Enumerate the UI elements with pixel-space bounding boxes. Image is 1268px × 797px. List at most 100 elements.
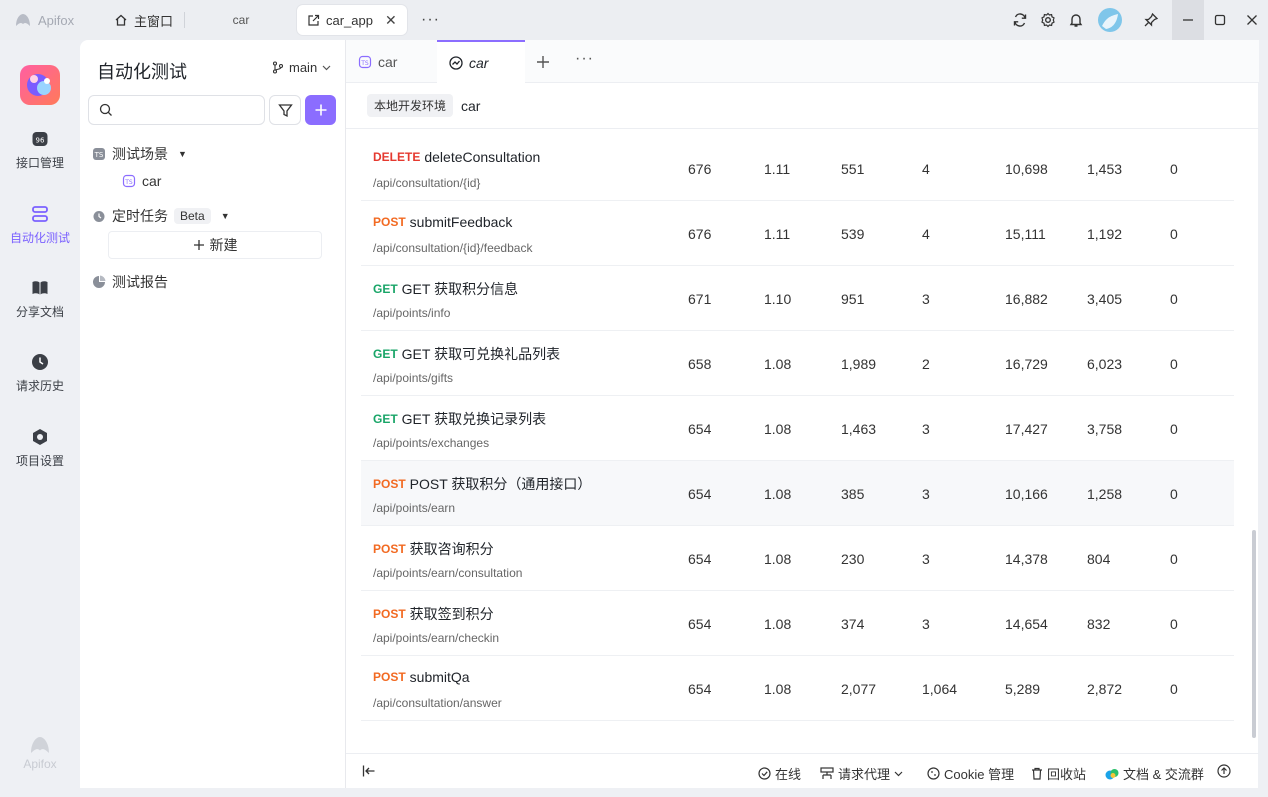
- cell-col7: 0: [1170, 421, 1178, 437]
- filter-button[interactable]: [269, 95, 301, 125]
- api-path: /api/points/earn/checkin: [373, 631, 500, 645]
- cookie-icon: [927, 767, 940, 780]
- table-row[interactable]: POST 获取咨询积分 /api/points/earn/consultation…: [361, 526, 1234, 591]
- back-to-top-button[interactable]: [1217, 764, 1231, 778]
- report-chart-icon: [449, 55, 463, 70]
- tab-car-report[interactable]: car: [437, 40, 525, 83]
- scene-file-icon: TS: [358, 55, 372, 68]
- more-tabs-icon[interactable]: ···: [421, 11, 440, 29]
- close-window-button[interactable]: [1236, 0, 1268, 40]
- title-bar: Apifox 主窗口 car car_app ✕ ···: [0, 0, 1268, 40]
- plus-icon: [193, 240, 204, 250]
- window-tab-car-app-label: car_app: [326, 12, 373, 28]
- nav-item-label: 自动化测试: [9, 231, 70, 245]
- api-name: 获取咨询积分: [409, 541, 494, 557]
- api-path: /api/points/info: [373, 306, 451, 320]
- cell-col6: 3,758: [1087, 421, 1123, 437]
- cell-col4: 1,064: [922, 681, 958, 697]
- recycle-bin[interactable]: 回收站: [1031, 764, 1086, 783]
- table-row-highlighted[interactable]: POST POST 获取积分（通用接口） /api/points/earn 654…: [361, 461, 1234, 526]
- docs-community[interactable]: 文档 & 交流群: [1105, 764, 1204, 783]
- tree-section-test-scenes[interactable]: TS 测试场景 ▼: [92, 144, 187, 164]
- api-path: /api/consultation/{id}/feedback: [373, 241, 533, 255]
- tree-section-test-reports[interactable]: 测试报告: [92, 272, 168, 292]
- cell-col2: 1.08: [764, 616, 792, 632]
- chevron-down-icon: [894, 771, 903, 776]
- settings-icon[interactable]: [1034, 12, 1062, 28]
- cell-col3: 551: [841, 161, 865, 177]
- chevron-down-icon: [322, 65, 331, 70]
- cell-col5: 17,427: [1005, 421, 1048, 437]
- caret-down-icon[interactable]: ▼: [221, 211, 230, 221]
- nav-item-label: 分享文档: [15, 305, 64, 319]
- vertical-scrollbar[interactable]: [1252, 530, 1256, 738]
- minimize-button[interactable]: [1172, 0, 1204, 40]
- new-task-button[interactable]: 新建: [108, 231, 322, 259]
- new-tab-icon[interactable]: [536, 50, 550, 69]
- cell-col4: 3: [922, 486, 930, 502]
- nav-item-label: 项目设置: [15, 454, 64, 468]
- nav-item-project-settings[interactable]: 项目设置: [0, 428, 80, 469]
- branch-icon: [272, 61, 284, 74]
- cookie-management[interactable]: Cookie 管理: [927, 764, 1014, 783]
- nav-item-request-history[interactable]: 请求历史: [0, 353, 80, 394]
- close-tab-icon[interactable]: ✕: [385, 12, 397, 29]
- api-name: GET 获取兑换记录列表: [401, 411, 547, 427]
- cell-col7: 0: [1170, 226, 1178, 242]
- user-avatar[interactable]: [1090, 8, 1130, 32]
- tree-item-car[interactable]: TS car: [122, 173, 161, 189]
- tab-car-scene[interactable]: TS car: [346, 40, 436, 83]
- scene-icon: TS: [93, 148, 105, 160]
- more-icon[interactable]: ···: [575, 50, 594, 68]
- sync-icon[interactable]: [1006, 12, 1034, 28]
- window-tab-home[interactable]: 主窗口: [104, 5, 184, 35]
- cell-col7: 0: [1170, 486, 1178, 502]
- online-status[interactable]: 在线: [758, 764, 801, 783]
- collapse-sidebar-icon[interactable]: [362, 764, 376, 778]
- nav-item-automated-testing[interactable]: 自动化测试: [0, 205, 80, 246]
- filter-icon: [277, 103, 293, 117]
- table-row[interactable]: GET GET 获取积分信息 /api/points/info 671 1.10 …: [361, 266, 1234, 331]
- tree-section-scheduled-tasks[interactable]: 定时任务 Beta ▼: [92, 206, 230, 226]
- request-proxy-label: 请求代理: [838, 767, 891, 782]
- table-row[interactable]: POST submitFeedback /api/consultation/{id…: [361, 201, 1234, 266]
- table-row[interactable]: POST submitQa /api/consultation/answer 65…: [361, 656, 1234, 721]
- table-row[interactable]: POST 获取签到积分 /api/points/earn/checkin 654 …: [361, 591, 1234, 656]
- window-tab-car[interactable]: car: [185, 5, 297, 35]
- environment-bar: 本地开发环境 car: [346, 83, 1259, 129]
- cell-col1: 676: [688, 226, 712, 242]
- cell-col7: 0: [1170, 356, 1178, 372]
- pie-chart-icon: [93, 275, 106, 288]
- table-row[interactable]: DELETE deleteConsultation /api/consultati…: [361, 136, 1234, 201]
- pin-icon[interactable]: [1130, 12, 1172, 28]
- branch-selector[interactable]: main: [272, 60, 331, 75]
- search-input[interactable]: [119, 102, 259, 118]
- table-row[interactable]: GET GET 获取可兑换礼品列表 /api/points/gifts 658 1…: [361, 331, 1234, 396]
- nav-item-share-docs[interactable]: 分享文档: [0, 279, 80, 320]
- request-proxy-menu[interactable]: 请求代理: [820, 764, 903, 783]
- table-row[interactable]: GET GET 获取兑换记录列表 /api/points/exchanges 65…: [361, 396, 1234, 461]
- tree-section-label: 定时任务: [112, 208, 168, 224]
- cell-col4: 3: [922, 291, 930, 307]
- svg-text:TS: TS: [94, 151, 104, 159]
- add-button[interactable]: [305, 95, 336, 125]
- api-path: /api/points/gifts: [373, 371, 454, 385]
- nav-footer-label: Apifox: [23, 757, 57, 771]
- alarm-clock-icon: [93, 211, 105, 222]
- cell-col1: 654: [688, 616, 712, 632]
- project-avatar[interactable]: [20, 65, 60, 105]
- caret-down-icon[interactable]: ▼: [178, 149, 187, 159]
- api-path: /api/consultation/answer: [373, 696, 502, 710]
- cell-col5: 15,111: [1005, 226, 1046, 242]
- environment-chip[interactable]: 本地开发环境: [367, 94, 454, 117]
- cell-col3: 951: [841, 291, 865, 307]
- cell-col3: 2,077: [841, 681, 877, 697]
- nav-item-api-management[interactable]: 96 接口管理: [0, 130, 80, 171]
- bell-icon[interactable]: [1062, 12, 1090, 28]
- maximize-button[interactable]: [1204, 0, 1236, 40]
- status-bar: 在线 请求代理 Cookie 管理 回收站 文档 & 交流群: [346, 753, 1259, 788]
- search-box[interactable]: [88, 95, 265, 125]
- apifox-watermark-icon: [31, 737, 49, 753]
- window-tab-car-app[interactable]: car_app ✕: [297, 5, 407, 35]
- online-label: 在线: [775, 767, 802, 782]
